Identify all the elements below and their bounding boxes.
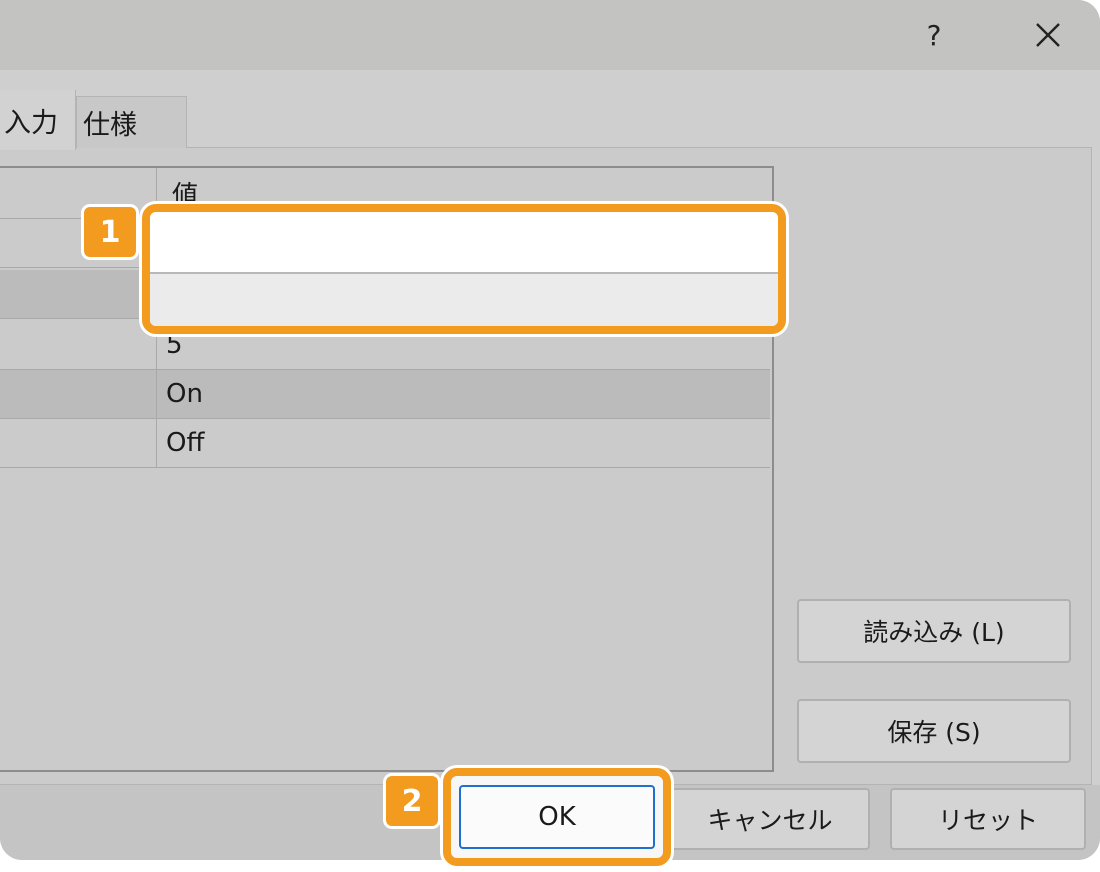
save-button[interactable]: 保存 (S)	[797, 699, 1071, 763]
row-value[interactable]: Off	[166, 419, 204, 468]
help-label: ?	[926, 18, 942, 52]
tab-spec[interactable]: 仕様	[76, 96, 187, 148]
reset-button[interactable]: リセット	[890, 788, 1086, 850]
tab-input[interactable]: 入力	[0, 90, 76, 150]
column-divider	[156, 370, 157, 418]
highlighted-row-bottom[interactable]	[150, 274, 778, 326]
close-button[interactable]	[1018, 10, 1078, 60]
reset-button-label: リセット	[937, 806, 1038, 835]
load-button[interactable]: 読み込み (L)	[797, 599, 1071, 663]
column-divider	[156, 419, 157, 467]
title-bar: ?	[0, 0, 1100, 70]
load-button-label: 読み込み (L)	[863, 618, 1005, 647]
tab-spec-label: 仕様	[83, 110, 137, 141]
help-button[interactable]: ?	[904, 10, 964, 60]
step-badge-1: 1	[84, 207, 136, 257]
cancel-button[interactable]: キャンセル	[670, 788, 870, 850]
tab-input-label: 入力	[4, 107, 58, 139]
ok-button-label: OK	[538, 802, 576, 832]
table-row[interactable]: Off	[0, 419, 770, 468]
highlight-box-1	[142, 204, 786, 334]
save-button-label: 保存 (S)	[887, 718, 981, 747]
close-icon	[1036, 23, 1060, 47]
cancel-button-label: キャンセル	[707, 806, 833, 835]
table-row[interactable]: On	[0, 370, 770, 419]
row-value[interactable]: On	[166, 370, 203, 419]
ok-button[interactable]: OK	[459, 785, 655, 849]
step-badge-2: 2	[386, 776, 438, 826]
highlighted-row-top[interactable]	[150, 212, 778, 274]
dialog-window: ? 入力 仕様 値 5 On Off 1 読み込み (L) 保存 (S) キャン…	[0, 0, 1100, 860]
